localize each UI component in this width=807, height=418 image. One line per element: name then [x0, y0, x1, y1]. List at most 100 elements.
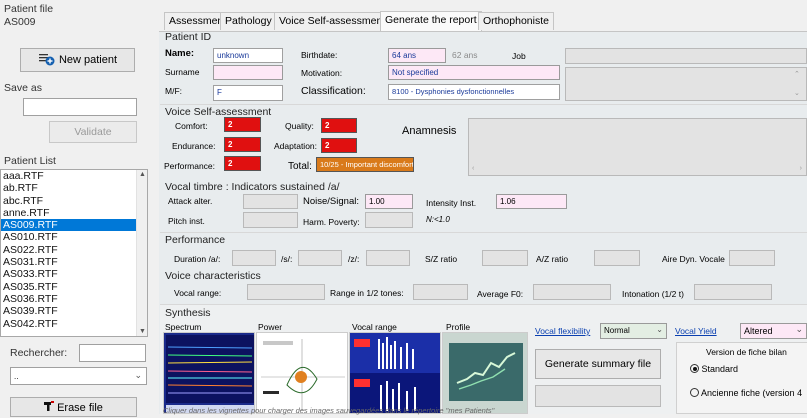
tab-orthophoniste[interactable]: Orthophoniste — [478, 12, 554, 30]
total-label: Total: — [288, 161, 312, 172]
vocal-yield-value: Altered — [744, 326, 773, 336]
quality-field[interactable]: 2 — [321, 118, 357, 133]
scroll-down-icon[interactable]: ⌄ — [794, 89, 806, 99]
version-option-ancienne[interactable]: Ancienne fiche (version 4 — [690, 388, 802, 398]
anamnesis-label: Anamnesis — [402, 125, 457, 137]
az-label: A/Z ratio — [536, 254, 569, 264]
list-item[interactable]: anne.RTF — [1, 207, 137, 219]
tab-voice-self-assessment[interactable]: Voice Self-assessment — [274, 12, 391, 30]
pitch-label: Pitch inst. — [168, 216, 205, 226]
list-item[interactable]: ab.RTF — [1, 182, 137, 194]
tab-label: Voice Self-assessment — [279, 15, 386, 27]
pitch-field[interactable] — [243, 212, 298, 228]
s-field[interactable] — [298, 250, 342, 266]
tab-pathology[interactable]: Pathology — [220, 12, 277, 30]
vocal-flexibility-link[interactable]: Vocal flexibility — [535, 326, 590, 336]
az-field[interactable] — [594, 250, 640, 266]
spectrum-thumbnail[interactable] — [163, 332, 255, 414]
combo-value: .. — [14, 372, 19, 381]
list-item[interactable]: AS009.RTF — [1, 219, 137, 232]
version-option-standard[interactable]: Standard — [690, 364, 738, 374]
save-as-input[interactable] — [23, 98, 137, 116]
name-label: Name: — [165, 48, 195, 59]
tab-generate-the-report[interactable]: Generate the report — [380, 11, 482, 31]
list-item[interactable]: aaa.RTF — [1, 170, 137, 182]
duration-field[interactable] — [232, 250, 276, 266]
vocal-range-thumbnail[interactable] — [349, 332, 441, 414]
sz-field[interactable] — [482, 250, 528, 266]
name-field[interactable]: unknown — [213, 48, 283, 63]
job-field[interactable] — [565, 48, 807, 64]
motivation-label: Motivation: — [301, 68, 343, 78]
generate-summary-label: Generate summary file — [544, 358, 652, 370]
list-item[interactable]: AS035.RTF — [1, 281, 137, 293]
list-item[interactable]: AS022.RTF — [1, 244, 137, 256]
power-thumbnail[interactable] — [256, 332, 348, 414]
surname-field[interactable] — [213, 65, 283, 80]
synthesis-section: Synthesis — [165, 307, 211, 319]
generate-summary-button[interactable]: Generate summary file — [535, 349, 661, 379]
list-item[interactable]: AS039.RTF — [1, 305, 137, 317]
radio-empty-icon — [690, 388, 699, 397]
range-tones-field[interactable] — [413, 284, 468, 300]
patient-combo[interactable]: .. ⌄ — [10, 367, 147, 385]
performance-field[interactable]: 2 — [224, 156, 261, 171]
voice-char-section: Voice characteristics — [165, 270, 261, 282]
list-item[interactable]: AS033.RTF — [1, 268, 137, 280]
scroll-right-icon[interactable]: › — [800, 164, 802, 174]
erase-file-button[interactable]: Erase file — [10, 397, 137, 417]
vocal-range-field[interactable] — [247, 284, 325, 300]
list-item[interactable]: AS010.RTF — [1, 231, 137, 243]
job-notes-field[interactable]: ⌃ ⌄ — [565, 67, 807, 101]
harm-field[interactable] — [365, 212, 413, 228]
new-patient-label: New patient — [58, 54, 118, 66]
range-tones-label: Range in 1/2 tones: — [330, 288, 404, 298]
chevron-down-icon: ⌄ — [134, 370, 142, 380]
attack-field[interactable] — [243, 194, 298, 209]
vocal-yield-link[interactable]: Vocal Yield — [675, 326, 717, 336]
scroll-down-icon[interactable]: ▼ — [139, 328, 146, 335]
profile-thumbnail[interactable] — [442, 332, 528, 414]
classification-field[interactable]: 8100 - Dysphonies dysfonctionnelles — [388, 84, 560, 100]
scroll-left-icon[interactable]: ‹ — [472, 164, 474, 174]
adaptation-field[interactable]: 2 — [321, 138, 357, 153]
endurance-field[interactable]: 2 — [224, 137, 261, 152]
classification-label: Classification: — [301, 85, 366, 97]
motivation-field[interactable]: Not specified — [388, 65, 560, 80]
patient-list[interactable]: aaa.RTF ab.RTF abc.RTF anne.RTF AS009.RTF AS0… — [0, 169, 148, 337]
intensity-field[interactable]: 1.06 — [496, 194, 567, 209]
comfort-label: Comfort: — [175, 121, 208, 131]
validate-button[interactable]: Validate — [49, 121, 137, 143]
vocal-yield-select[interactable]: Altered ⌄ — [740, 323, 807, 339]
vocal-flex-select[interactable]: Normal ⌄ — [600, 323, 667, 339]
new-patient-button[interactable]: New patient — [20, 48, 135, 72]
comfort-field[interactable]: 2 — [224, 117, 261, 132]
birthdate-field[interactable]: 64 ans — [388, 48, 446, 63]
thumbnail-footer-note: Cliquer dans les vignettes pour charger … — [163, 406, 495, 415]
erase-file-label: Erase file — [57, 402, 103, 414]
list-scrollbar[interactable]: ▲ ▼ — [136, 170, 147, 336]
list-item[interactable]: AS042.RTF — [1, 318, 137, 330]
summary-output-field — [535, 385, 661, 407]
job-label: Job — [512, 51, 526, 61]
patient-file-label: Patient file — [4, 3, 54, 15]
average-f0-field[interactable] — [533, 284, 611, 300]
mf-field[interactable]: F — [213, 85, 283, 101]
thumb-title-vocal-range: Vocal range — [352, 322, 397, 332]
list-item[interactable]: AS036.RTF — [1, 293, 137, 305]
z-field[interactable] — [366, 250, 410, 266]
anamnesis-field[interactable]: ‹ › — [468, 118, 807, 176]
aire-field[interactable] — [729, 250, 775, 266]
mf-label: M/F: — [165, 86, 182, 96]
z-label: /z/: — [348, 254, 360, 264]
list-item[interactable]: abc.RTF — [1, 195, 137, 207]
aire-label: Aire Dyn. Vocale — [662, 254, 725, 264]
scroll-up-icon[interactable]: ⌃ — [794, 70, 806, 80]
patient-id-section: Patient ID — [165, 31, 212, 43]
intonation-field[interactable] — [694, 284, 772, 300]
search-input[interactable] — [79, 344, 146, 362]
noise-field[interactable]: 1.00 — [365, 194, 413, 209]
scroll-up-icon[interactable]: ▲ — [139, 171, 146, 178]
list-item[interactable]: AS031.RTF — [1, 256, 137, 268]
age-grey-label: 62 ans — [452, 50, 478, 60]
